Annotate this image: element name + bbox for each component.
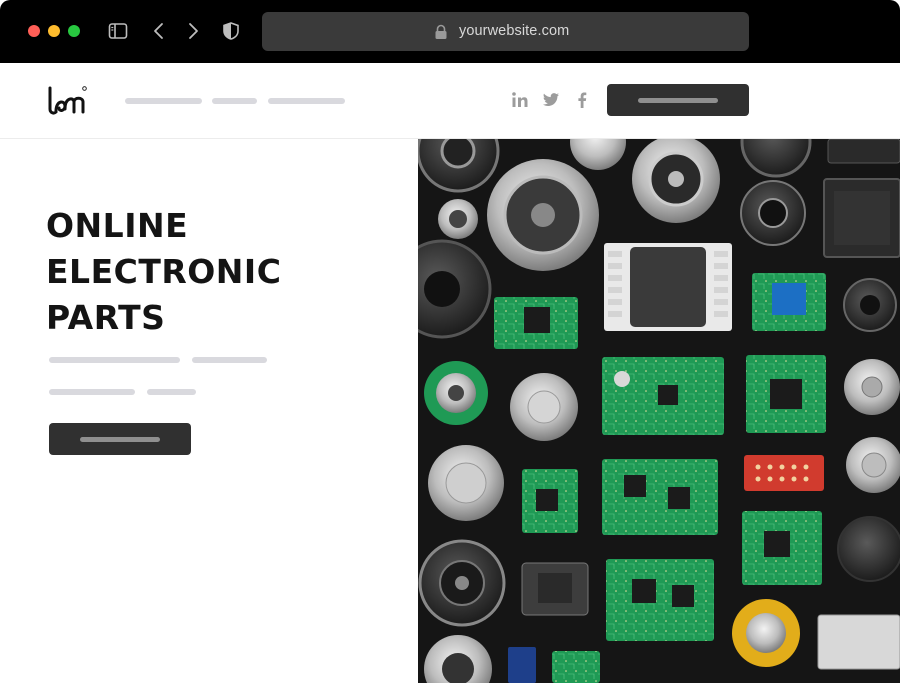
maximize-window-button[interactable] bbox=[68, 25, 80, 37]
url-text: yourwebsite.com bbox=[459, 23, 570, 39]
text-placeholder-1 bbox=[49, 357, 180, 363]
hero-title: ONLINE ELECTRONIC PARTS bbox=[46, 203, 281, 341]
nav-link-placeholder-2[interactable] bbox=[212, 98, 257, 104]
button-label-placeholder bbox=[80, 437, 160, 442]
hero-cta-button[interactable] bbox=[49, 423, 191, 455]
site-header bbox=[0, 63, 900, 139]
nav-link-placeholder-3[interactable] bbox=[268, 98, 345, 104]
back-icon[interactable] bbox=[149, 21, 169, 41]
linkedin-icon[interactable] bbox=[511, 91, 529, 109]
lock-icon bbox=[435, 24, 447, 39]
browser-chrome: yourwebsite.com bbox=[0, 0, 900, 63]
text-placeholder-3 bbox=[49, 389, 135, 395]
hero-title-line-2: ELECTRONIC bbox=[46, 252, 282, 291]
text-placeholder-2 bbox=[192, 357, 267, 363]
forward-icon[interactable] bbox=[183, 21, 203, 41]
twitter-icon[interactable] bbox=[542, 91, 560, 109]
components-illustration bbox=[418, 139, 900, 683]
facebook-icon[interactable] bbox=[573, 91, 591, 109]
hero-title-line-3: PARTS bbox=[46, 298, 166, 337]
close-window-button[interactable] bbox=[28, 25, 40, 37]
address-bar[interactable]: yourwebsite.com bbox=[262, 12, 749, 51]
hero-title-line-1: ONLINE bbox=[46, 206, 189, 245]
header-cta-button[interactable] bbox=[607, 84, 749, 116]
nav-link-placeholder-1[interactable] bbox=[125, 98, 202, 104]
sidebar-icon[interactable] bbox=[108, 21, 128, 41]
shield-icon[interactable] bbox=[221, 21, 241, 41]
electronic-components-photo bbox=[418, 139, 900, 683]
brand-logo[interactable] bbox=[47, 85, 87, 117]
text-placeholder-4 bbox=[147, 389, 196, 395]
button-label-placeholder bbox=[638, 98, 718, 103]
minimize-window-button[interactable] bbox=[48, 25, 60, 37]
